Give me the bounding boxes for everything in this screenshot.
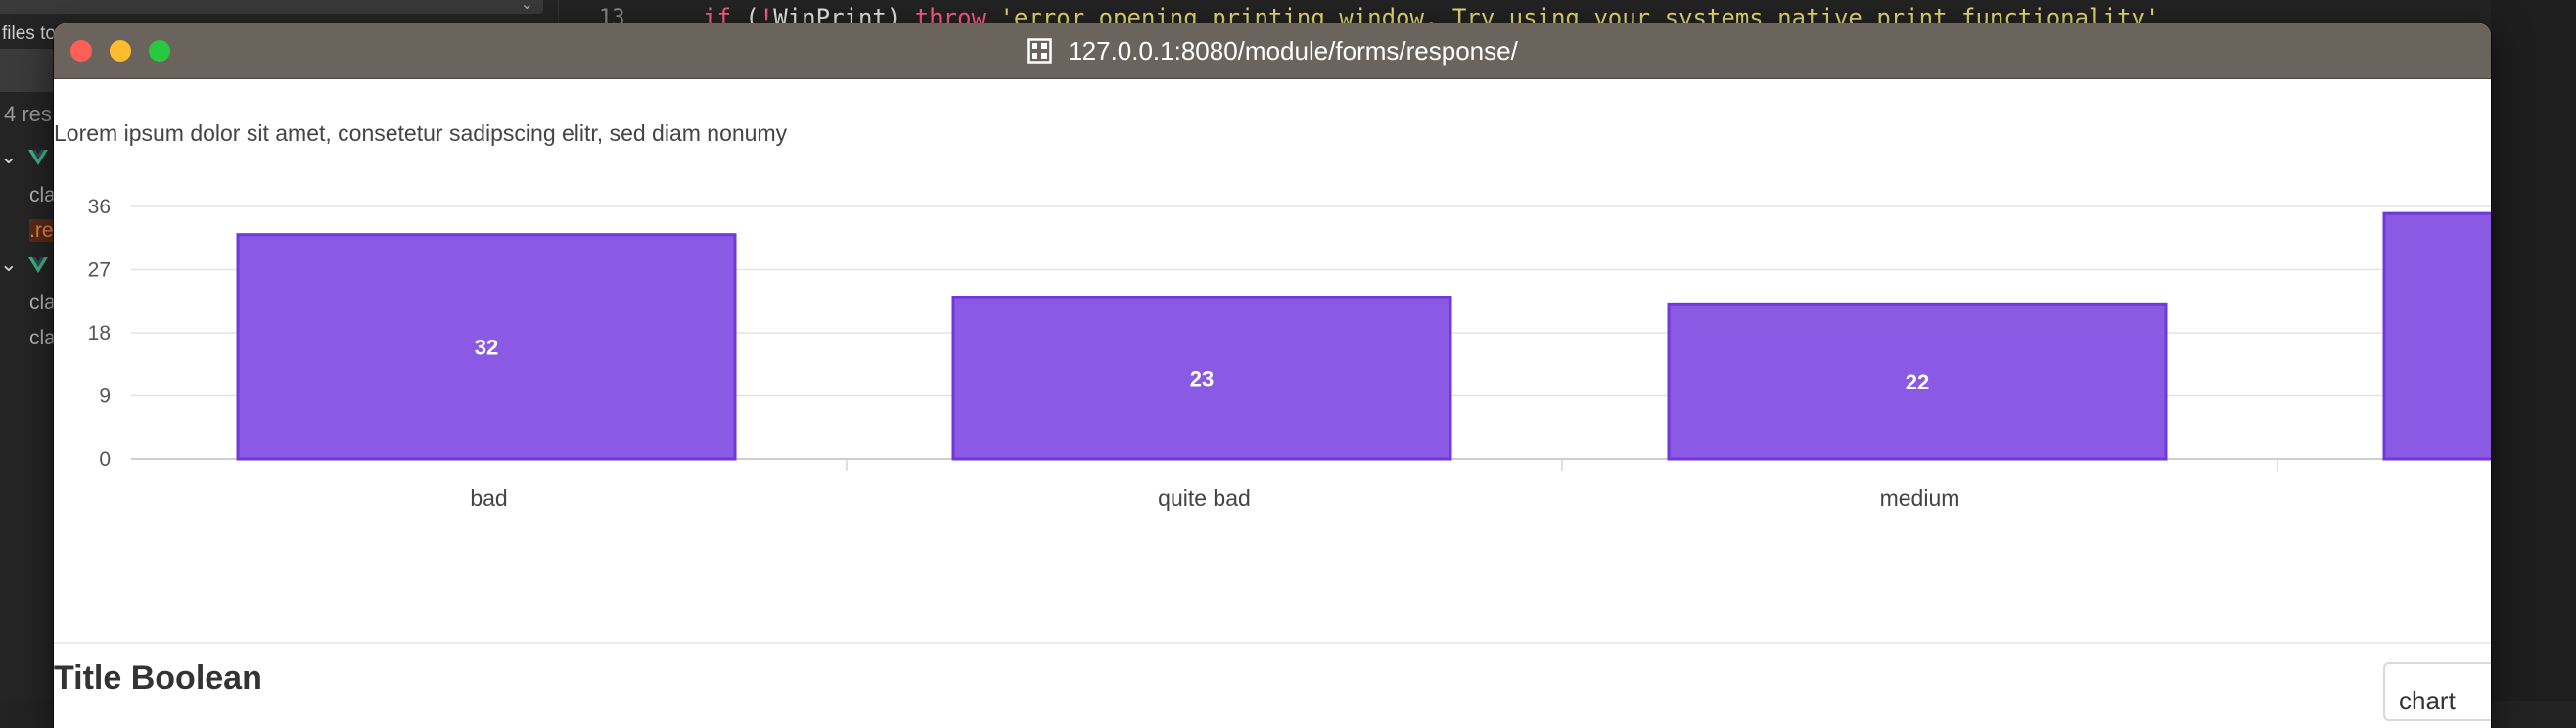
- result-match-row[interactable]: .re: [29, 219, 54, 243]
- page-content: Lorem ipsum dolor sit amet, consetetur s…: [54, 79, 2491, 728]
- sidebar-search-bar[interactable]: ⌄: [0, 0, 543, 14]
- minimize-window-button[interactable]: [110, 40, 131, 62]
- section-divider: [54, 642, 2491, 644]
- y-tick-label: 9: [99, 386, 111, 408]
- window-titlebar[interactable]: 127.0.0.1:8080/module/forms/response/: [54, 23, 2491, 79]
- x-category-label: quite bad: [1158, 485, 1251, 511]
- result-match-row[interactable]: cla: [29, 292, 56, 315]
- section-title: Title Boolean: [54, 660, 262, 697]
- vue-file-icon: [28, 150, 49, 166]
- y-tick-label: 18: [88, 322, 111, 344]
- y-tick-label: 27: [88, 259, 111, 282]
- bar-data-label: 32: [475, 335, 498, 359]
- results-count: 4 res: [4, 102, 52, 126]
- browser-window: 127.0.0.1:8080/module/forms/response/ Lo…: [54, 23, 2491, 728]
- bar-data-label: 23: [1190, 367, 1214, 391]
- chevron-down-icon[interactable]: ⌄: [0, 146, 18, 168]
- match-highlight: .re: [29, 219, 54, 242]
- result-match-row[interactable]: cla: [29, 327, 56, 350]
- files-to-include-label: files to: [2, 23, 56, 44]
- window-url: 127.0.0.1:8080/module/forms/response/: [1068, 35, 1518, 66]
- x-category-label: medium: [1880, 485, 1960, 511]
- zoom-window-button[interactable]: [149, 40, 170, 62]
- close-window-button[interactable]: [70, 40, 92, 62]
- y-tick-label: 36: [88, 196, 111, 218]
- bar-data-label: 22: [1906, 370, 1929, 394]
- chart-button[interactable]: chart: [2383, 662, 2491, 721]
- result-file-row[interactable]: ⌄: [0, 145, 49, 169]
- bar: [2382, 211, 2491, 461]
- page-grid-icon: [1027, 38, 1052, 64]
- y-tick-label: 0: [99, 448, 111, 471]
- vue-file-icon: [28, 257, 49, 274]
- editor-right-area: [2491, 0, 2576, 701]
- x-category-label: bad: [470, 485, 507, 511]
- result-file-row[interactable]: ⌄: [0, 252, 49, 277]
- intro-paragraph: Lorem ipsum dolor sit amet, consetetur s…: [54, 120, 788, 146]
- result-match-row[interactable]: cla: [29, 184, 56, 207]
- chevron-down-icon[interactable]: ⌄: [521, 0, 533, 14]
- bar-chart: 0 9 18 27 36 32 bad 23 quite bad 22 medium: [88, 196, 2491, 511]
- chevron-down-icon[interactable]: ⌄: [0, 253, 18, 276]
